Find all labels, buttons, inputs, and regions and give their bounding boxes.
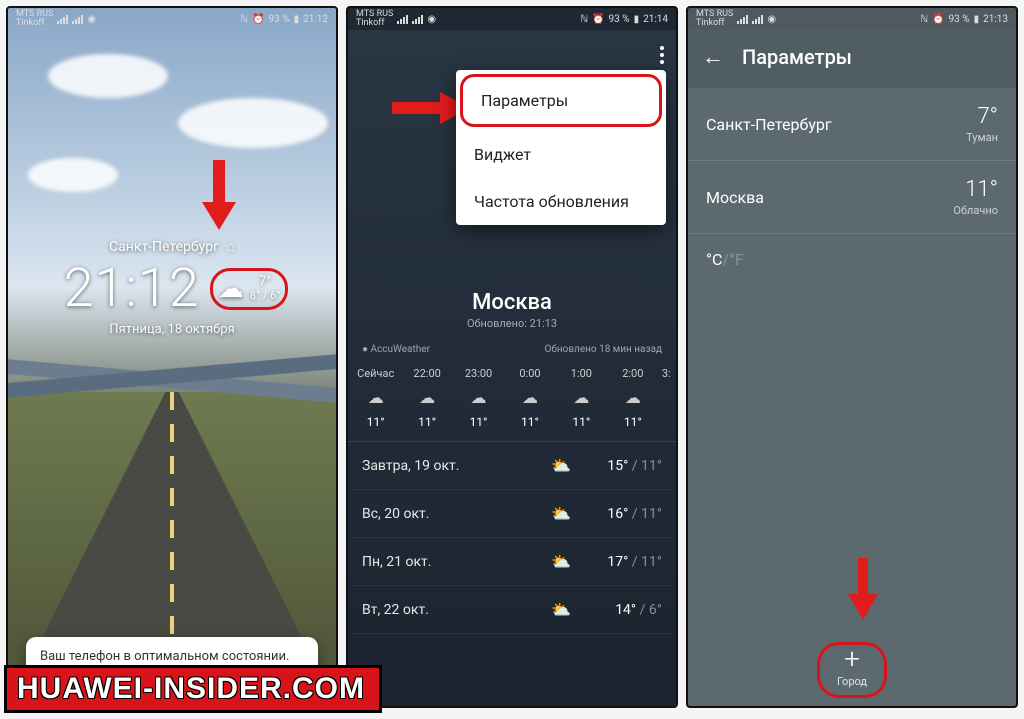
status-bar: MTS RUSTinkoff ◉ ℕ ⏰ 93 % ▮ 21:13 — [688, 8, 1016, 30]
hour-col: Сейчас☁11° — [350, 367, 401, 429]
unit-toggle[interactable]: °C/°F — [688, 234, 1016, 285]
weather-city: Москва — [348, 290, 676, 315]
city-name: Санкт-Петербург — [706, 115, 832, 134]
city-cond: Туман — [966, 131, 998, 144]
cloud-icon: ☁ — [556, 388, 607, 407]
hour-col: 3: — [659, 367, 674, 429]
status-time: 21:13 — [983, 14, 1008, 25]
add-city-button[interactable]: + Город — [837, 645, 867, 688]
cloud-icon: ☁ — [401, 388, 452, 407]
partly-cloudy-icon: ⛅ — [544, 456, 578, 475]
overflow-menu: Параметры Виджет Частота обновления — [456, 70, 666, 225]
wifi-icon: ◉ — [767, 14, 776, 25]
widget-clock: 21:12 — [64, 257, 200, 320]
battery-icon: ▮ — [974, 14, 980, 25]
cloud-icon: ☁ — [504, 388, 555, 407]
city-temp: 7° — [966, 104, 998, 129]
menu-item-params[interactable]: Параметры — [463, 77, 659, 124]
unit-celsius: °C — [706, 250, 722, 269]
annotation-arrow-1 — [202, 160, 236, 230]
partly-cloudy-icon: ⛅ — [544, 552, 578, 571]
widget-city: Санкт-Петербург — [109, 239, 219, 255]
weather-clock-widget[interactable]: Санкт-Петербург ⌂ 21:12 ☁ 7° 8° / 6° Пят… — [8, 238, 336, 337]
signal-icon-2 — [752, 15, 763, 24]
settings-header: ← Параметры — [688, 30, 1016, 88]
hour-col: 1:00☁11° — [556, 367, 607, 429]
partly-cloudy-icon: ⛅ — [544, 504, 578, 523]
wifi-icon: ◉ — [427, 14, 436, 25]
partly-cloudy-icon: ⛅ — [544, 600, 578, 619]
annotation-circle-2: Параметры — [460, 74, 662, 127]
day-row: Завтра, 19 окт.⛅15° / 11° — [352, 442, 672, 490]
status-bar: MTS RUSTinkoff ◉ ℕ ⏰ 93 % ▮ 21:14 — [348, 8, 676, 30]
hour-col: 22:00☁11° — [401, 367, 452, 429]
city-temp: 11° — [953, 177, 998, 202]
weather-updated-ago: Обновлено 18 мин назад — [545, 344, 662, 355]
widget-date: Пятница, 18 октября — [8, 322, 336, 337]
hour-col: 23:00☁11° — [453, 367, 504, 429]
city-row[interactable]: Санкт-Петербург 7° Туман — [688, 88, 1016, 161]
back-button[interactable]: ← — [702, 44, 724, 70]
weather-updated: Обновлено: 21:13 — [348, 317, 676, 330]
menu-item-widget[interactable]: Виджет — [456, 131, 666, 178]
hour-col: 2:00☁11° — [607, 367, 658, 429]
daily-forecast[interactable]: Завтра, 19 окт.⛅15° / 11° Вс, 20 окт.⛅16… — [348, 442, 676, 634]
cloud-icon: ☁ — [350, 388, 401, 407]
menu-item-frequency[interactable]: Частота обновления — [456, 178, 666, 225]
city-row[interactable]: Москва 11° Облачно — [688, 161, 1016, 234]
add-city-label: Город — [837, 675, 867, 688]
phone-settings: MTS RUSTinkoff ◉ ℕ ⏰ 93 % ▮ 21:13 ← Пара… — [686, 6, 1018, 708]
signal-icon — [397, 15, 408, 24]
watermark: HUAWEI-INSIDER.COM — [4, 665, 382, 713]
day-row: Вт, 22 окт.⛅14° / 6° — [352, 586, 672, 634]
page-title: Параметры — [742, 45, 852, 69]
unit-fahrenheit: °F — [729, 250, 744, 269]
status-time: 21:14 — [643, 14, 668, 25]
toast-text: Ваш телефон в оптимальном состоянии. — [40, 649, 289, 664]
weather-provider: AccuWeather — [371, 344, 430, 355]
cloud-icon: ☁ — [453, 388, 504, 407]
city-name: Москва — [706, 188, 764, 207]
battery-icon: ▮ — [634, 14, 640, 25]
widget-weather[interactable]: ☁ 7° 8° / 6° — [218, 274, 281, 304]
plus-icon: + — [837, 645, 867, 673]
phone-lockscreen: MTS RUSTinkoff ◉ ℕ ⏰ 93 % ▮ 21:12 — [6, 6, 338, 708]
home-icon: ⌂ — [226, 238, 234, 255]
day-row: Вс, 20 окт.⛅16° / 11° — [352, 490, 672, 538]
day-row: Пн, 21 окт.⛅17° / 11° — [352, 538, 672, 586]
overflow-menu-button[interactable] — [660, 46, 664, 64]
cloud-icon: ☁ — [607, 388, 658, 407]
city-cond: Облачно — [953, 204, 998, 217]
signal-icon — [737, 15, 748, 24]
widget-temp-hilo: 8° / 6° — [250, 290, 281, 302]
hour-col: 0:00☁11° — [504, 367, 555, 429]
phone-weather-app: MTS RUSTinkoff ◉ ℕ ⏰ 93 % ▮ 21:14 — [346, 6, 678, 708]
annotation-arrow-3 — [848, 558, 878, 620]
signal-icon-2 — [412, 15, 423, 24]
hourly-forecast[interactable]: Сейчас☁11° 22:00☁11° 23:00☁11° 0:00☁11° … — [348, 361, 676, 442]
